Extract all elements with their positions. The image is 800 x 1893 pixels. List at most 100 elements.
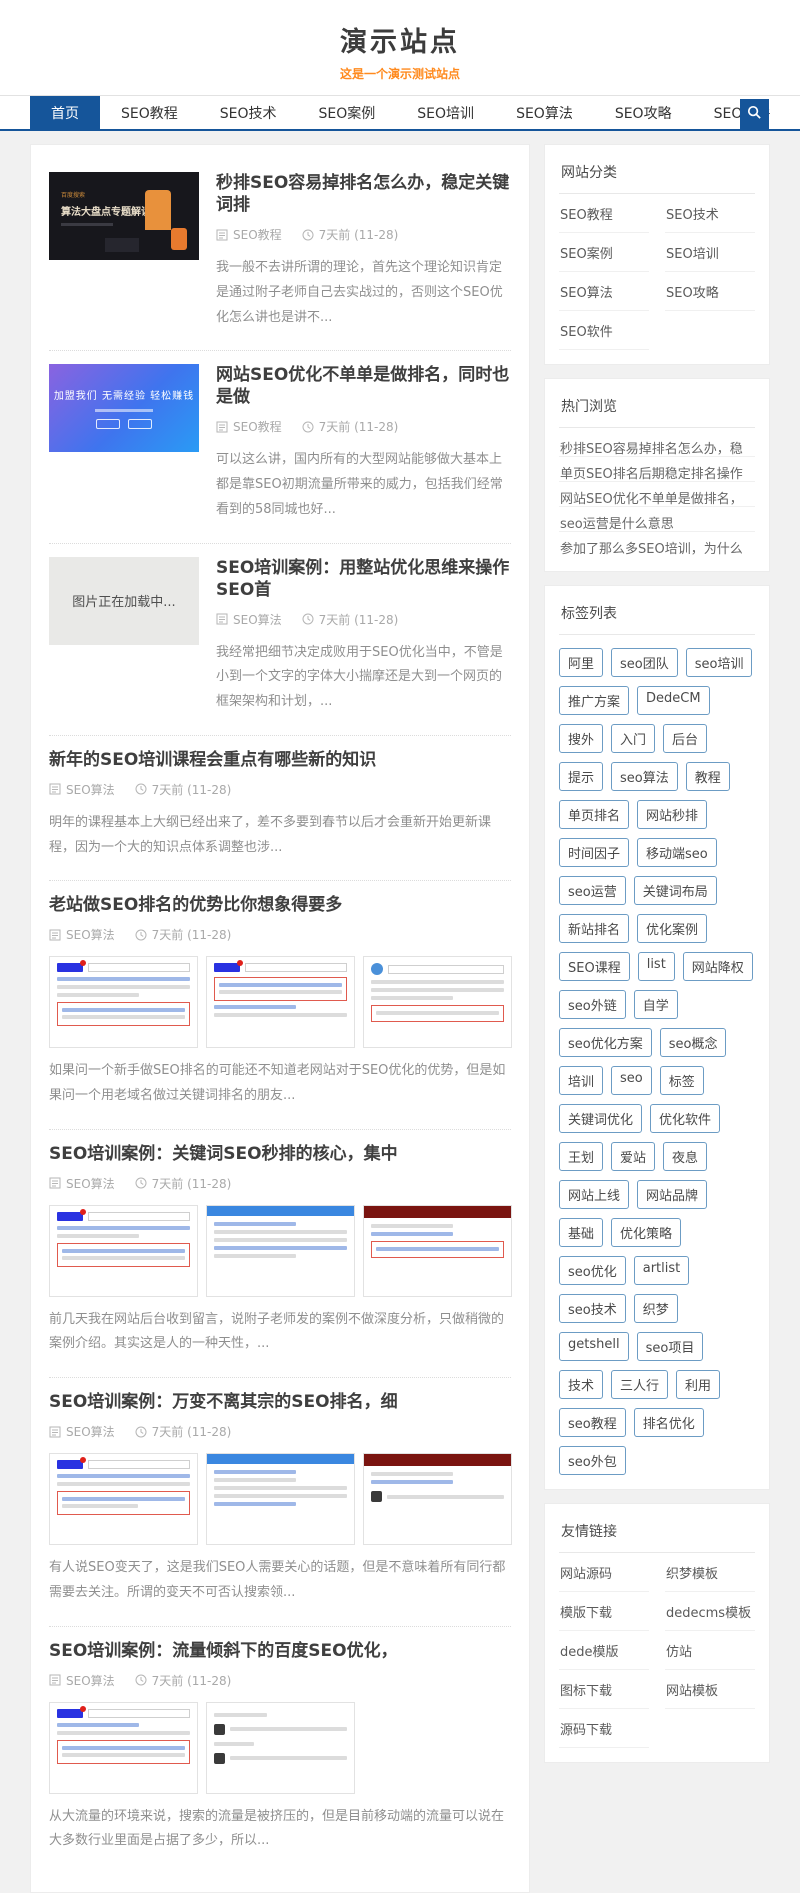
tag-link[interactable]: 培训 — [559, 1066, 603, 1095]
hot-article-link[interactable]: 单页SEO排名后期稳定排名操作之长 — [559, 457, 755, 482]
friend-link[interactable]: 模版下载 — [559, 1592, 649, 1631]
nav-item[interactable]: SEO技术 — [199, 96, 298, 129]
tag-link[interactable]: 提示 — [559, 762, 603, 791]
tag-link[interactable]: 网站品牌 — [637, 1180, 707, 1209]
tag-link[interactable]: 爱站 — [611, 1142, 655, 1171]
tag-link[interactable]: seo算法 — [611, 762, 678, 791]
article-category[interactable]: SEO算法 — [66, 1423, 115, 1440]
tag-link[interactable]: seo技术 — [559, 1294, 626, 1323]
tag-link[interactable]: seo — [611, 1066, 652, 1095]
tag-link[interactable]: 网站秒排 — [637, 800, 707, 829]
article-category[interactable]: SEO教程 — [233, 418, 282, 435]
sidebar-category-link[interactable]: SEO培训 — [665, 233, 755, 272]
article-title[interactable]: SEO培训案例：关键词SEO秒排的核心，集中 — [49, 1143, 511, 1165]
article-category[interactable]: SEO教程 — [233, 226, 282, 243]
tag-link[interactable]: 排名优化 — [634, 1408, 704, 1437]
friend-link[interactable]: dede模版 — [559, 1631, 649, 1670]
article-category[interactable]: SEO算法 — [66, 1672, 115, 1689]
article-category[interactable]: SEO算法 — [233, 611, 282, 628]
tag-link[interactable]: 后台 — [663, 724, 707, 753]
screenshot-image[interactable] — [363, 1453, 512, 1545]
article-title[interactable]: SEO培训案例：万变不离其宗的SEO排名，细 — [49, 1391, 511, 1413]
sidebar-category-link[interactable]: SEO攻略 — [665, 272, 755, 311]
article-title[interactable]: 网站SEO优化不单单是做排名，同时也是做 — [216, 364, 511, 408]
tag-link[interactable]: 自学 — [634, 990, 678, 1019]
tag-link[interactable]: 网站降权 — [683, 952, 753, 981]
article-title[interactable]: SEO培训案例：用整站优化思维来操作SEO首 — [216, 557, 511, 601]
tag-link[interactable]: 夜息 — [663, 1142, 707, 1171]
tag-link[interactable]: 关键词布局 — [634, 876, 717, 905]
screenshot-image[interactable] — [206, 956, 355, 1048]
tag-link[interactable]: getshell — [559, 1332, 629, 1361]
tag-link[interactable]: seo外包 — [559, 1446, 626, 1475]
article-category[interactable]: SEO算法 — [66, 781, 115, 798]
tag-link[interactable]: 新站排名 — [559, 914, 629, 943]
friend-link[interactable]: dedecms模板 — [665, 1592, 755, 1631]
tag-link[interactable]: 网站上线 — [559, 1180, 629, 1209]
tag-link[interactable]: 三人行 — [611, 1370, 668, 1399]
sidebar-category-link[interactable]: SEO算法 — [559, 272, 649, 311]
tag-link[interactable]: seo优化方案 — [559, 1028, 652, 1057]
sidebar-category-link[interactable]: SEO教程 — [559, 194, 649, 233]
article-thumbnail[interactable]: 加盟我们 无需经验 轻松赚钱 — [49, 364, 199, 452]
tag-link[interactable]: 织梦 — [634, 1294, 678, 1323]
tag-link[interactable]: seo概念 — [660, 1028, 727, 1057]
tag-link[interactable]: artlist — [634, 1256, 690, 1285]
hot-article-link[interactable]: 网站SEO优化不单单是做排名，同时 — [559, 482, 755, 507]
nav-item[interactable]: SEO培训 — [396, 96, 495, 129]
sidebar-category-link[interactable]: SEO案例 — [559, 233, 649, 272]
tag-link[interactable]: 优化案例 — [637, 914, 707, 943]
screenshot-image[interactable] — [49, 1702, 198, 1794]
screenshot-image[interactable] — [49, 956, 198, 1048]
tag-link[interactable]: 教程 — [686, 762, 730, 791]
screenshot-image[interactable] — [49, 1205, 198, 1297]
hot-article-link[interactable]: 秒排SEO容易掉排名怎么办，稳定关键词排 — [559, 432, 755, 457]
article-title[interactable]: 老站做SEO排名的优势比你想象得要多 — [49, 894, 511, 916]
tag-link[interactable]: seo培训 — [686, 648, 753, 677]
tag-link[interactable]: 技术 — [559, 1370, 603, 1399]
article-title[interactable]: 秒排SEO容易掉排名怎么办，稳定关键词排 — [216, 172, 511, 216]
article-title[interactable]: 新年的SEO培训课程会重点有哪些新的知识 — [49, 749, 511, 771]
tag-link[interactable]: 王划 — [559, 1142, 603, 1171]
tag-link[interactable]: 时间因子 — [559, 838, 629, 867]
friend-link[interactable]: 网站源码 — [559, 1553, 649, 1592]
tag-link[interactable]: seo优化 — [559, 1256, 626, 1285]
nav-item[interactable]: 首页 — [30, 96, 100, 129]
friend-link[interactable]: 网站模板 — [665, 1670, 755, 1709]
tag-link[interactable]: 利用 — [676, 1370, 720, 1399]
tag-link[interactable]: 基础 — [559, 1218, 603, 1247]
friend-link[interactable]: 图标下载 — [559, 1670, 649, 1709]
screenshot-image[interactable] — [363, 956, 512, 1048]
friend-link[interactable]: 仿站 — [665, 1631, 755, 1670]
friend-link[interactable]: 织梦模板 — [665, 1553, 755, 1592]
article-thumbnail[interactable]: 图片正在加载中... — [49, 557, 199, 645]
tag-link[interactable]: seo运营 — [559, 876, 626, 905]
screenshot-image[interactable] — [363, 1205, 512, 1297]
screenshot-image[interactable] — [206, 1453, 355, 1545]
tag-link[interactable]: SEO课程 — [559, 952, 630, 981]
article-category[interactable]: SEO算法 — [66, 926, 115, 943]
tag-link[interactable]: 推广方案 — [559, 686, 629, 715]
tag-link[interactable]: DedeCM — [637, 686, 710, 715]
search-button[interactable] — [740, 99, 769, 129]
nav-item[interactable]: SEO教程 — [100, 96, 199, 129]
article-category[interactable]: SEO算法 — [66, 1175, 115, 1192]
tag-link[interactable]: 单页排名 — [559, 800, 629, 829]
article-title[interactable]: SEO培训案例：流量倾斜下的百度SEO优化， — [49, 1640, 511, 1662]
tag-link[interactable]: 入门 — [611, 724, 655, 753]
tag-link[interactable]: seo教程 — [559, 1408, 626, 1437]
tag-link[interactable]: 阿里 — [559, 648, 603, 677]
nav-item[interactable]: SEO案例 — [298, 96, 397, 129]
article-thumbnail[interactable]: 百度搜索 算法大盘点专题解读 — [49, 172, 199, 260]
tag-link[interactable]: 搜外 — [559, 724, 603, 753]
nav-item[interactable]: SEO算法 — [495, 96, 594, 129]
sidebar-category-link[interactable]: SEO软件 — [559, 311, 649, 350]
tag-link[interactable]: seo项目 — [637, 1332, 704, 1361]
tag-link[interactable]: seo团队 — [611, 648, 678, 677]
hot-article-link[interactable]: 参加了那么多SEO培训，为什么你还是不会 — [559, 532, 755, 557]
hot-article-link[interactable]: seo运营是什么意思 — [559, 507, 755, 532]
friend-link[interactable]: 源码下载 — [559, 1709, 649, 1748]
screenshot-image[interactable] — [206, 1205, 355, 1297]
nav-item[interactable]: SEO攻略 — [594, 96, 693, 129]
tag-link[interactable]: seo外链 — [559, 990, 626, 1019]
